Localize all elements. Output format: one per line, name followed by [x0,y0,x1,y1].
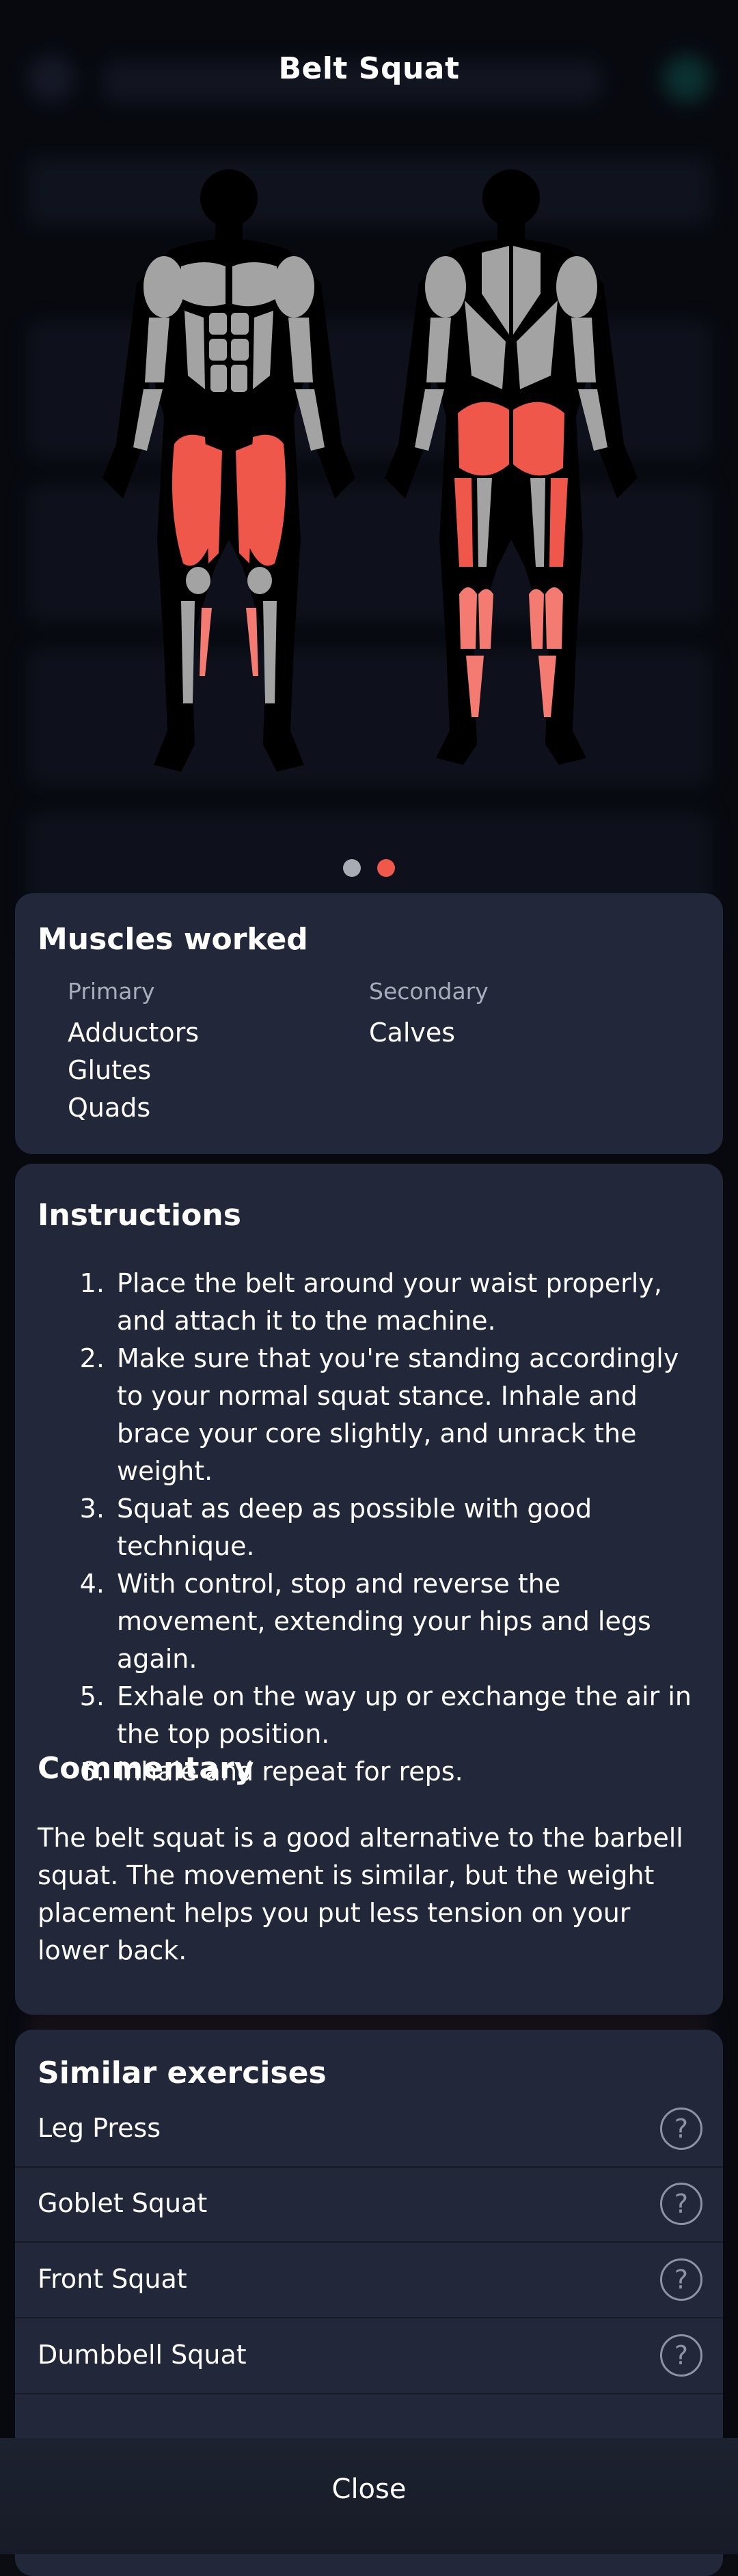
secondary-muscle: Calves [369,1018,456,1048]
help-icon[interactable]: ? [660,2334,702,2377]
commentary-text: The belt squat is a good alternative to … [38,1823,683,1965]
primary-muscle: Glutes [68,1055,152,1085]
primary-muscle: Quads [68,1093,151,1123]
primary-label: Primary [68,978,155,1005]
similar-exercise-name: Goblet Squat [38,2188,208,2218]
instruction-step: Exhale on the way up or exchange the air… [113,1678,709,1753]
back-body-icon [385,169,638,765]
muscle-figures [102,169,638,772]
similar-exercise-row[interactable]: Leg Press ? [15,2092,723,2168]
similar-exercise-row[interactable]: Goblet Squat ? [15,2168,723,2243]
bottom-bar: Close [0,2438,738,2554]
modal-title: Belt Squat [278,51,460,86]
help-icon[interactable]: ? [660,2258,702,2301]
close-button[interactable]: Close [0,2474,738,2505]
similar-exercise-name: Leg Press [38,2113,161,2143]
secondary-label: Secondary [369,978,489,1005]
instruction-step: Place the belt around your waist properl… [113,1265,709,1340]
instructions-list: Place the belt around your waist properl… [38,1265,709,1791]
help-icon[interactable]: ? [660,2108,702,2150]
pager-dot-1[interactable] [343,859,361,877]
similar-exercise-name: Front Squat [38,2264,187,2294]
similar-exercise-row[interactable]: Dumbbell Squat ? [15,2319,723,2394]
muscles-heading: Muscles worked [38,922,308,957]
instruction-step: Make sure that you're standing according… [113,1340,709,1490]
commentary-heading: Commentary [38,1751,254,1786]
similar-heading: Similar exercises [38,2056,327,2090]
instructions-heading: Instructions [38,1198,241,1233]
front-body-icon [102,169,355,772]
similar-exercise-row[interactable]: Front Squat ? [15,2243,723,2319]
figure-pager [0,859,738,880]
instruction-step: With control, stop and reverse the movem… [113,1565,709,1678]
instructions-card: Instructions Place the belt around your … [15,1164,723,2015]
similar-exercise-name: Dumbbell Squat [38,2340,247,2370]
pager-dot-2[interactable] [377,859,395,877]
help-icon[interactable]: ? [660,2183,702,2225]
primary-muscles: Primary Adductors Glutes Quads [68,978,199,1127]
instruction-step: Squat as deep as possible with good tech… [113,1490,709,1565]
primary-muscle: Adductors [68,1018,200,1048]
secondary-muscles: Secondary Calves [369,978,489,1052]
muscles-card: Muscles worked Primary Adductors Glutes … [15,893,723,1154]
